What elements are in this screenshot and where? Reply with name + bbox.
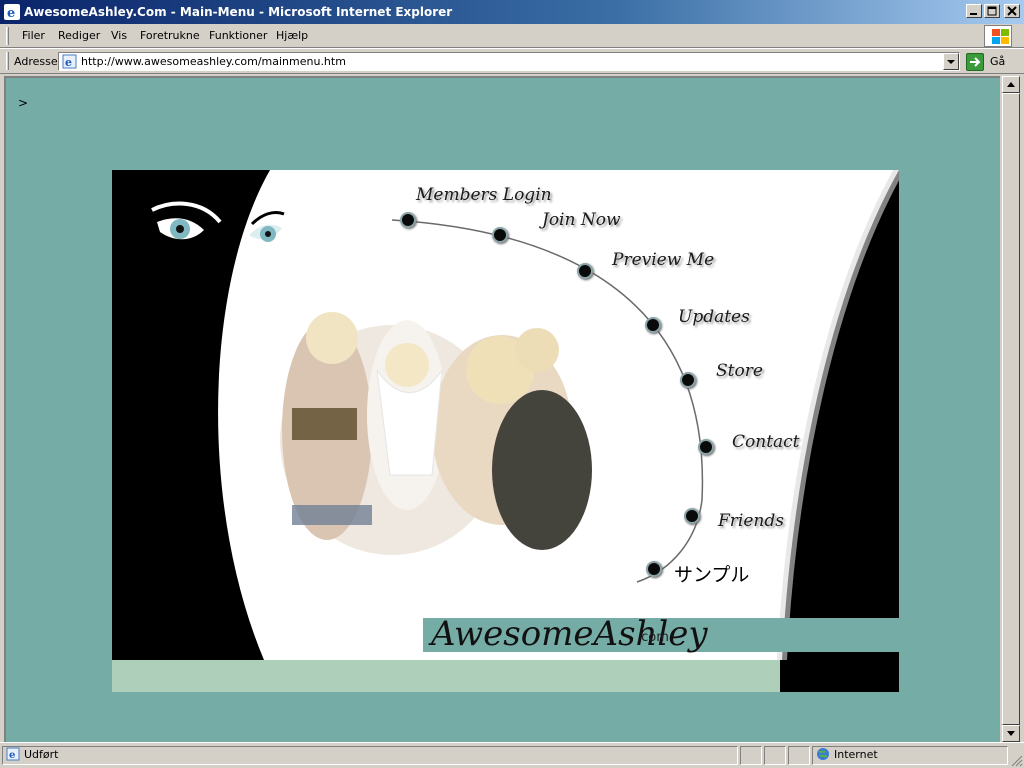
address-url: http://www.awesomeashley.com/mainmenu.ht… (81, 55, 346, 68)
menu-help[interactable]: Hjælp (276, 29, 308, 42)
status-pane-4 (788, 746, 810, 765)
nav-store[interactable]: Store (716, 361, 763, 381)
nav-preview-me[interactable]: Preview Me (612, 250, 714, 270)
brand-suffix: .com (637, 630, 669, 645)
splash-panel: Members Login Join Now Preview Me Update… (112, 170, 899, 660)
status-pane-2 (740, 746, 762, 765)
svg-text:e: e (65, 56, 72, 69)
go-label: Gå (990, 55, 1006, 68)
close-icon (1007, 6, 1017, 16)
menu-view[interactable]: Vis (111, 29, 127, 42)
minimize-icon (970, 13, 977, 15)
chevron-up-icon (1007, 82, 1015, 87)
address-input[interactable]: e http://www.awesomeashley.com/mainmenu.… (58, 52, 960, 71)
menu-favorites[interactable]: Foretrukne (140, 29, 200, 42)
chevron-down-icon (1007, 731, 1015, 736)
addressbar-grip[interactable] (6, 52, 9, 70)
menu-file[interactable]: Filer (22, 29, 45, 42)
chevron-down-icon (947, 60, 955, 64)
splash-bottom-corner (780, 660, 899, 692)
window-controls (964, 4, 1020, 20)
page-icon: e (62, 54, 77, 69)
nav-friends[interactable]: Friends (718, 511, 784, 531)
eye-icon (151, 201, 222, 240)
nav-dot-preview[interactable] (577, 263, 593, 279)
address-bar: Adresse e http://www.awesomeashley.com/m… (0, 48, 1024, 74)
maximize-icon (987, 6, 997, 16)
resize-grip-icon[interactable] (1011, 755, 1023, 767)
minimize-button[interactable] (966, 4, 982, 18)
nav-dot-store[interactable] (680, 372, 696, 388)
nav-dot-members[interactable] (400, 212, 416, 228)
page-viewport: > Members Login Join Now Preview Me Upda… (4, 76, 1000, 742)
ie-icon: e (4, 4, 20, 20)
globe-icon (817, 748, 829, 760)
maximize-button[interactable] (984, 4, 1000, 18)
menu-tools[interactable]: Funktioner (209, 29, 267, 42)
nav-sample[interactable]: サンプル (674, 560, 749, 587)
splash-background (151, 170, 899, 660)
page-done-icon: e (6, 747, 20, 761)
nav-join-now[interactable]: Join Now (542, 210, 621, 230)
nav-dot-join[interactable] (492, 227, 508, 243)
stray-text: > (18, 96, 29, 110)
window-title: AwesomeAshley.Com - Main-Menu - Microsof… (24, 5, 453, 19)
nav-dot-sample[interactable] (646, 561, 662, 577)
vertical-scrollbar[interactable] (1002, 76, 1020, 742)
brand-bar: AwesomeAshley .com (423, 614, 899, 654)
zone-text: Internet (834, 748, 878, 761)
address-label: Adresse (14, 55, 58, 68)
scroll-down-button[interactable] (1002, 725, 1020, 742)
nav-dot-updates[interactable] (645, 317, 661, 333)
menubar-grip[interactable] (6, 27, 9, 45)
windows-logo-icon (984, 25, 1012, 47)
nav-updates[interactable]: Updates (678, 307, 750, 327)
close-button[interactable] (1004, 4, 1020, 18)
nav-dot-friends[interactable] (684, 508, 700, 524)
status-pane-main (2, 746, 738, 765)
nav-dot-contact[interactable] (698, 439, 714, 455)
photo-collage (280, 312, 592, 555)
status-bar: e Udført Internet (0, 742, 1024, 768)
go-arrow-icon (966, 53, 984, 71)
status-pane-3 (764, 746, 786, 765)
go-button[interactable]: Gå (966, 52, 1018, 72)
svg-text:e: e (7, 6, 15, 20)
nav-members-login[interactable]: Members Login (416, 185, 552, 205)
scroll-up-button[interactable] (1002, 76, 1020, 93)
title-bar: e AwesomeAshley.Com - Main-Menu - Micros… (0, 0, 1024, 24)
nav-contact[interactable]: Contact (732, 432, 800, 452)
menu-bar: Filer Rediger Vis Foretrukne Funktioner … (0, 24, 1024, 48)
address-dropdown-button[interactable] (943, 53, 959, 70)
splash-bottom-strip (112, 660, 780, 692)
scroll-thumb[interactable] (1002, 93, 1020, 725)
status-text: Udført (24, 748, 59, 761)
svg-text:e: e (9, 750, 15, 761)
menu-edit[interactable]: Rediger (58, 29, 100, 42)
